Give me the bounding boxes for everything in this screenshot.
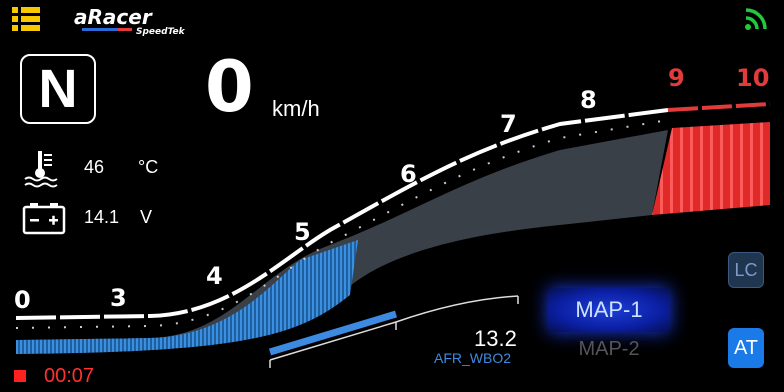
record-icon	[14, 370, 26, 382]
tach-label-7: 7	[500, 110, 517, 138]
afr-value: 13.2	[474, 326, 517, 351]
map-selector-next[interactable]: MAP-2	[548, 338, 670, 361]
map-selector-active[interactable]: MAP-1	[548, 288, 670, 332]
tach-label-10: 10	[736, 64, 770, 92]
launch-control-button[interactable]: LC	[728, 252, 764, 288]
afr-label: AFR_WBO2	[434, 350, 512, 366]
tach-label-3: 3	[110, 284, 127, 312]
lap-timer: 00:07	[44, 365, 95, 387]
tach-label-8: 8	[580, 86, 597, 114]
auto-tune-button[interactable]: AT	[728, 328, 764, 368]
tach-label-5: 5	[294, 218, 311, 246]
tach-label-4: 4	[206, 262, 223, 290]
tach-label-9: 9	[668, 64, 685, 92]
tach-redline-zone	[652, 122, 770, 215]
tach-label-6: 6	[400, 160, 417, 188]
tach-label-0: 0	[14, 286, 31, 314]
